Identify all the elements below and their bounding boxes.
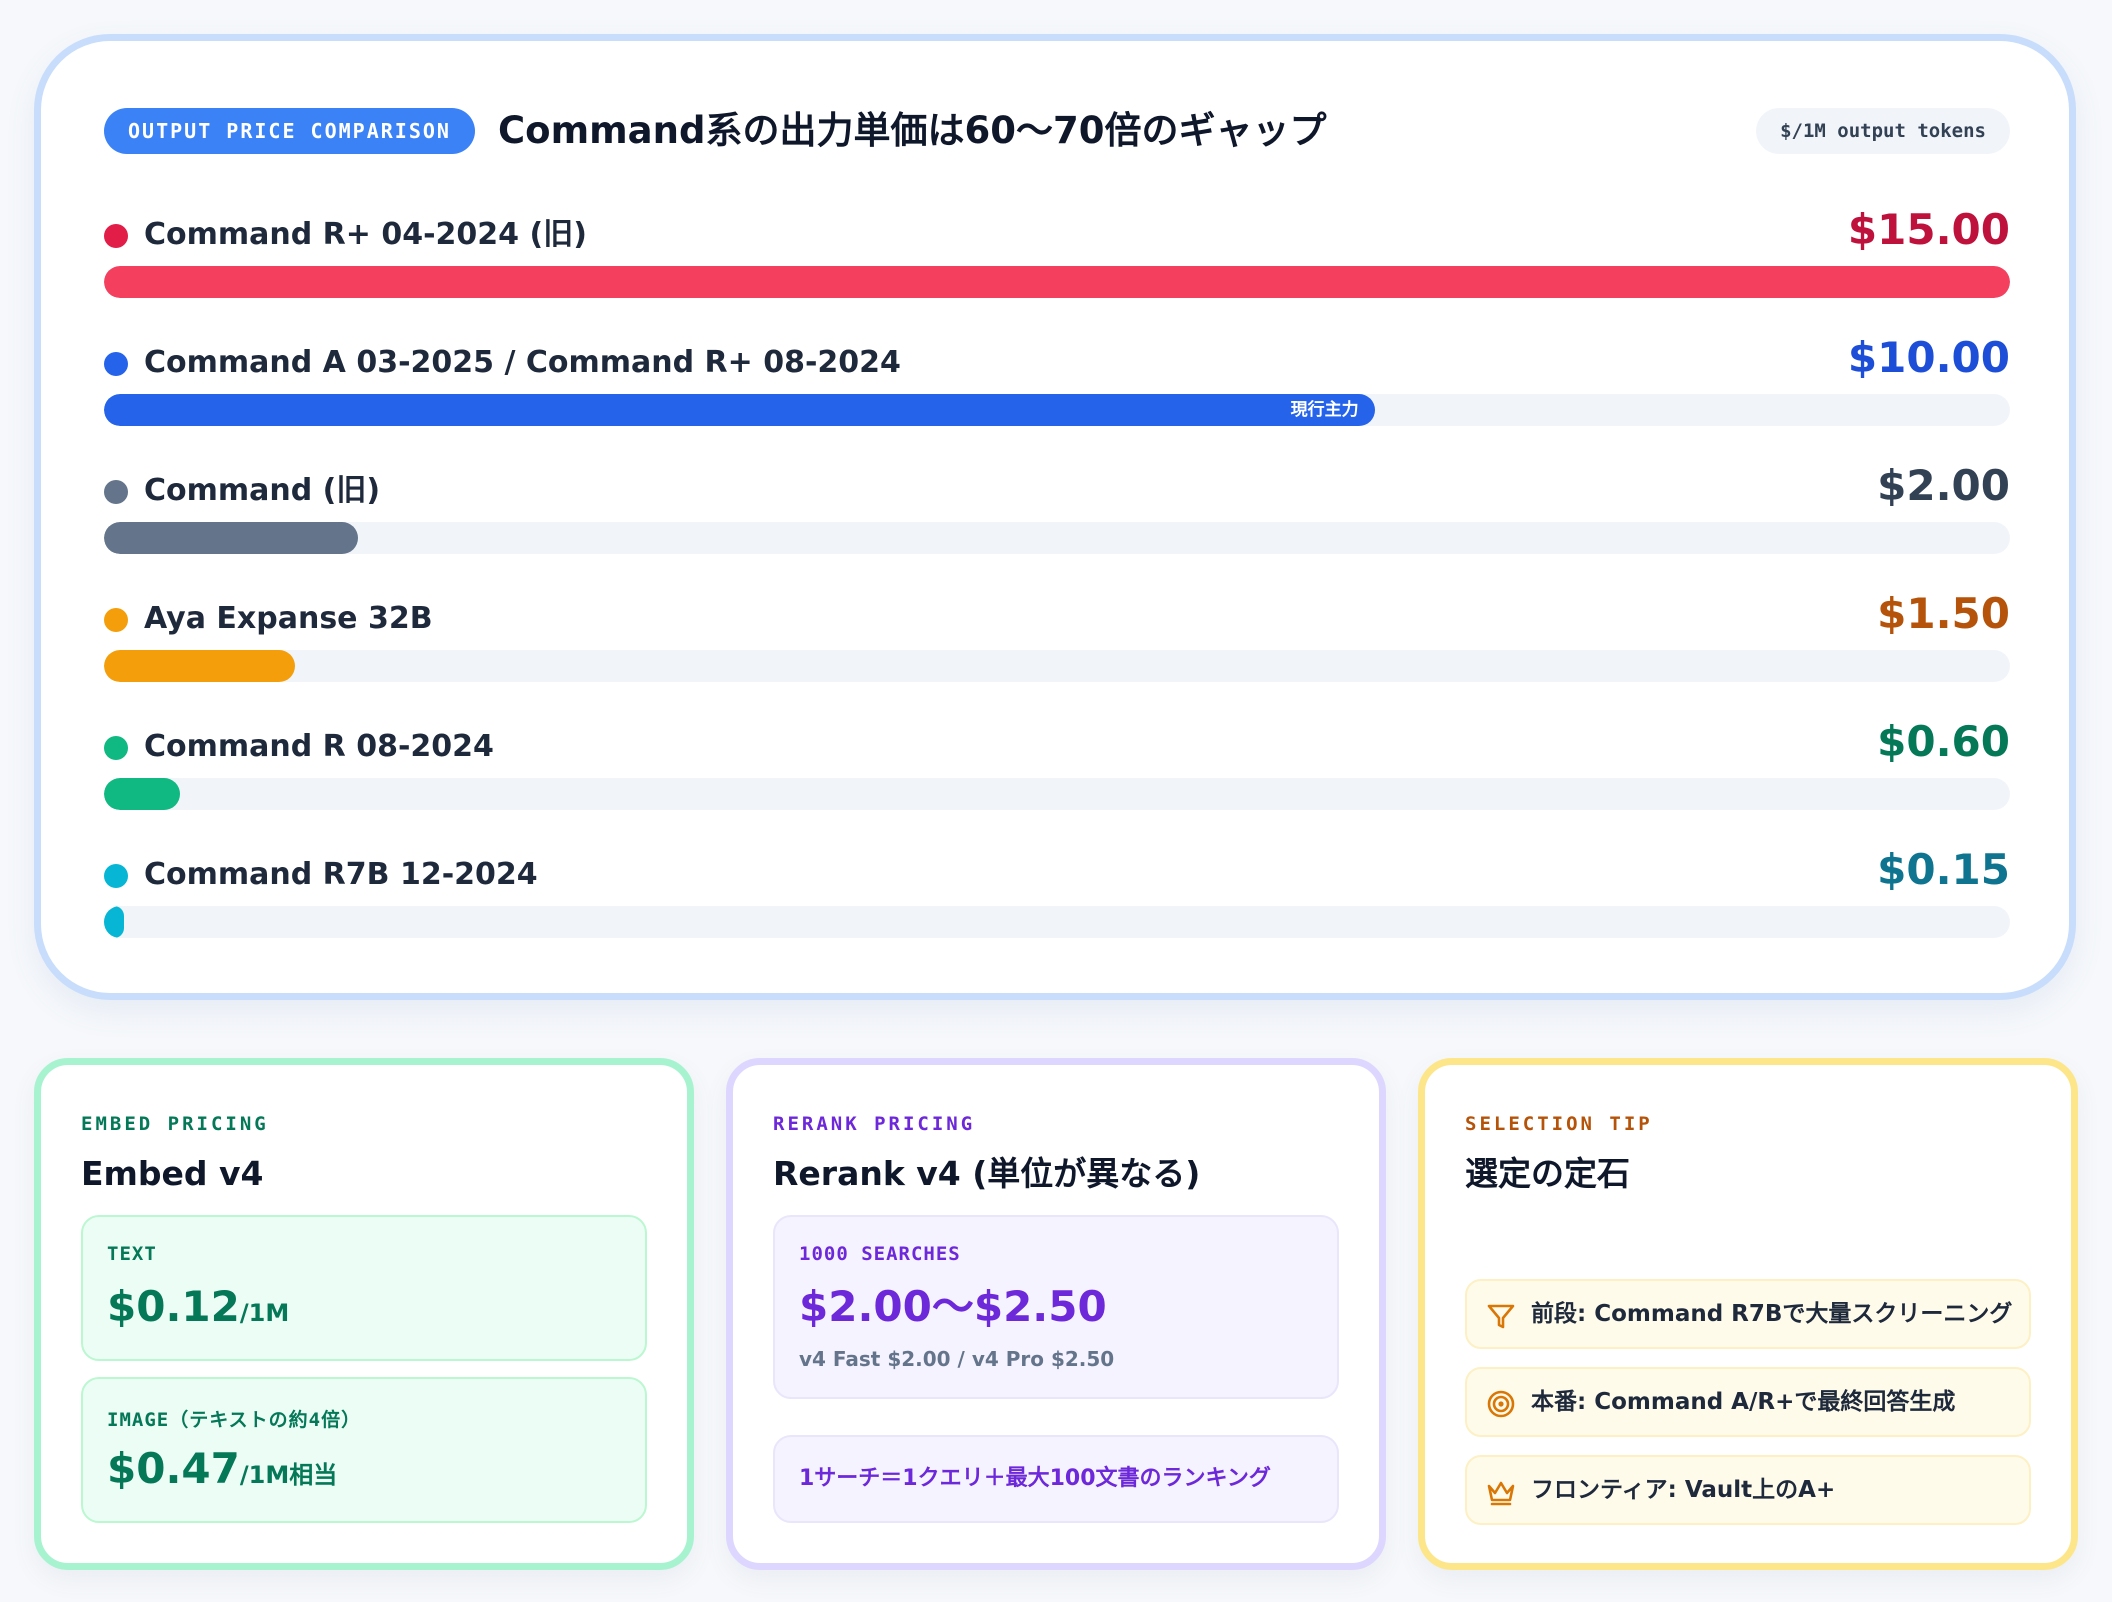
rerank-searches-label: 1000 SEARCHES	[799, 1243, 961, 1265]
embed-image-price: $0.47/1M相当	[107, 1439, 337, 1505]
price-bar-fill: 現行主力	[104, 394, 1375, 426]
series-dot	[104, 864, 128, 888]
model-price: $10.00	[1847, 333, 2010, 382]
price-row: Command (旧) $2.00	[104, 461, 2010, 564]
rerank-pricing-card: RERANK PRICING Rerank v4 (単位が異なる) 1000 S…	[726, 1058, 1386, 1570]
tip-item: 本番: Command A/R+で最終回答生成	[1465, 1367, 2031, 1437]
series-dot	[104, 736, 128, 760]
price-bar-fill	[104, 522, 359, 554]
model-label: Command A 03-2025 / Command R+ 08-2024	[144, 345, 901, 380]
comparison-title: Command系の出力単価は60〜70倍のギャップ	[498, 109, 1327, 152]
price-row: Command R+ 04-2024 (旧) $15.00	[104, 205, 2010, 308]
series-dot	[104, 608, 128, 632]
rerank-definition: 1サーチ＝1クエリ＋最大100文書のランキング	[799, 1466, 1271, 1491]
tips-eyebrow: SELECTION TIP	[1465, 1113, 1653, 1135]
embed-eyebrow: EMBED PRICING	[81, 1113, 269, 1135]
tip-text: 本番: Command A/R+で最終回答生成	[1531, 1389, 1956, 1415]
price-bar-fill	[104, 650, 295, 682]
rerank-searches-note: v4 Fast $2.00 / v4 Pro $2.50	[799, 1347, 1115, 1371]
price-row: Command A 03-2025 / Command R+ 08-2024 $…	[104, 333, 2010, 436]
rerank-title: Rerank v4 (単位が異なる)	[773, 1154, 1201, 1193]
model-label: Command (旧)	[144, 473, 381, 508]
bar-tag: 現行主力	[1290, 400, 1359, 420]
model-label: Command R+ 04-2024 (旧)	[144, 217, 587, 252]
embed-text-price: $0.12/1M	[107, 1277, 289, 1343]
embed-image-label: IMAGE（テキストの約4倍）	[107, 1409, 362, 1431]
embed-image-unit: /1M相当	[239, 1461, 338, 1489]
rerank-searches-box: 1000 SEARCHES $2.00〜$2.50 v4 Fast $2.00 …	[773, 1215, 1339, 1399]
tip-item: フロンティア: Vault上のA+	[1465, 1455, 2031, 1525]
embed-text-box: TEXT $0.12/1M	[81, 1215, 647, 1361]
series-dot	[104, 480, 128, 504]
model-price: $0.15	[1877, 845, 2010, 894]
target-icon	[1487, 1390, 1515, 1418]
embed-text-value: $0.12	[107, 1282, 240, 1331]
rerank-eyebrow: RERANK PRICING	[773, 1113, 976, 1135]
model-price: $2.00	[1877, 461, 2010, 510]
series-dot	[104, 224, 128, 248]
model-label: Aya Expanse 32B	[144, 601, 433, 636]
tip-text: 前段: Command R7Bで大量スクリーニング	[1531, 1301, 2013, 1327]
crown-icon	[1487, 1481, 1515, 1506]
price-bar-track	[104, 778, 2010, 810]
price-row: Aya Expanse 32B $1.50	[104, 589, 2010, 692]
filter-icon	[1487, 1304, 1515, 1329]
price-bar-track	[104, 650, 2010, 682]
rerank-searches-value: $2.00〜$2.50	[799, 1282, 1107, 1331]
model-price: $0.60	[1877, 717, 2010, 766]
price-bar-fill	[104, 778, 181, 810]
price-bar-track: 現行主力	[104, 394, 2010, 426]
price-bar-fill	[104, 906, 124, 938]
rerank-definition-box: 1サーチ＝1クエリ＋最大100文書のランキング	[773, 1435, 1339, 1523]
comparison-badge: OUTPUT PRICE COMPARISON	[104, 108, 475, 154]
price-row: Command R7B 12-2024 $0.15	[104, 845, 2010, 948]
selection-tip-card: SELECTION TIP 選定の定石 前段: Command R7Bで大量スク…	[1418, 1058, 2078, 1570]
embed-pricing-card: EMBED PRICING Embed v4 TEXT $0.12/1M IMA…	[34, 1058, 694, 1570]
price-row: Command R 08-2024 $0.60	[104, 717, 2010, 820]
tip-item: 前段: Command R7Bで大量スクリーニング	[1465, 1279, 2031, 1349]
tip-text: フロンティア: Vault上のA+	[1531, 1477, 1836, 1503]
series-dot	[104, 352, 128, 376]
price-bar-track	[104, 906, 2010, 938]
tips-title: 選定の定石	[1465, 1154, 1630, 1193]
embed-image-value: $0.47	[107, 1444, 240, 1493]
price-bar-track	[104, 266, 2010, 298]
embed-image-box: IMAGE（テキストの約4倍） $0.47/1M相当	[81, 1377, 647, 1523]
model-price: $15.00	[1847, 205, 2010, 254]
model-price: $1.50	[1877, 589, 2010, 638]
price-bar-track	[104, 522, 2010, 554]
embed-title: Embed v4	[81, 1154, 264, 1193]
model-label: Command R 08-2024	[144, 729, 494, 764]
comparison-header: OUTPUT PRICE COMPARISON Command系の出力単価は60…	[104, 108, 2010, 156]
embed-text-label: TEXT	[107, 1243, 157, 1265]
embed-text-unit: /1M	[239, 1299, 290, 1327]
model-label: Command R7B 12-2024	[144, 857, 538, 892]
unit-chip: $/1M output tokens	[1756, 108, 2010, 154]
price-bar-fill	[104, 266, 2010, 298]
